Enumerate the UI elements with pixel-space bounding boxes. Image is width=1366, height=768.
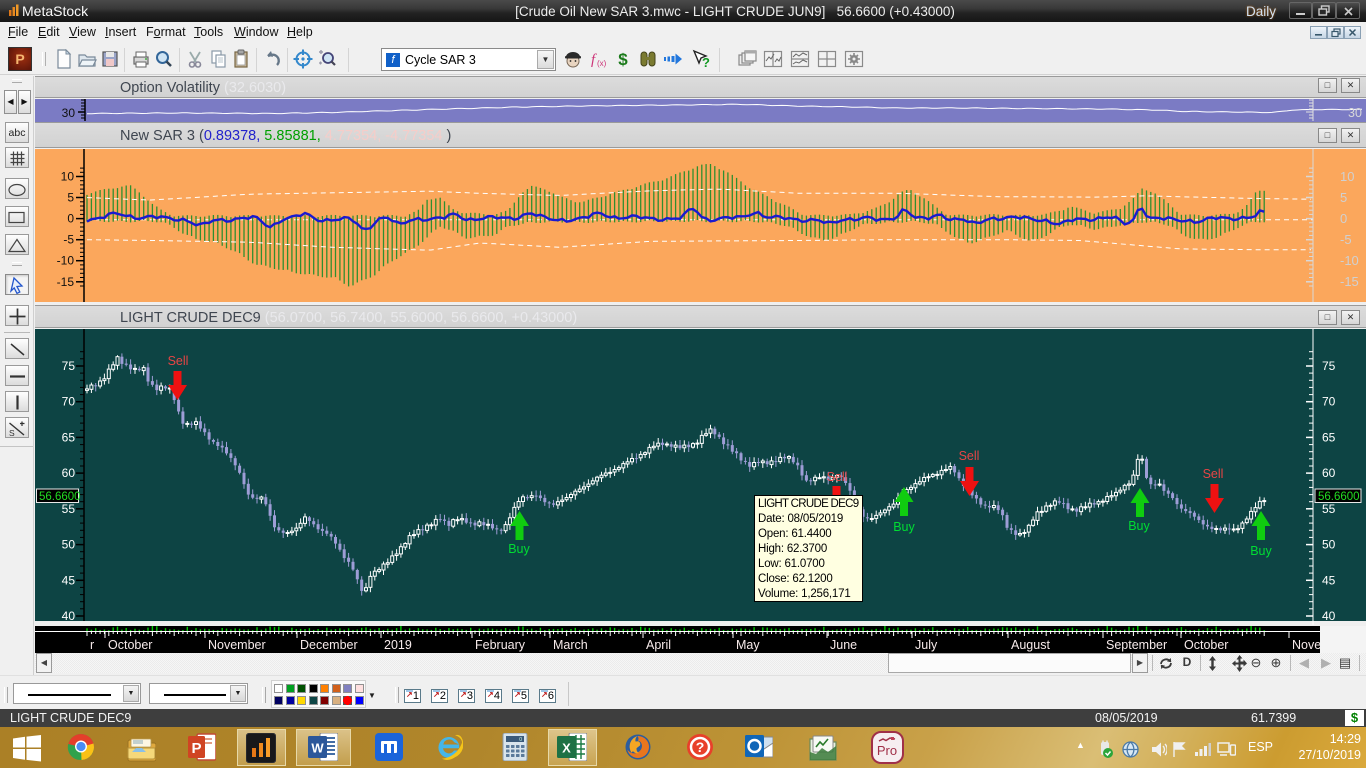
svg-text:45: 45: [62, 573, 76, 587]
svg-text:65: 65: [1322, 430, 1336, 444]
svg-text:April: April: [646, 638, 671, 652]
svg-text:75: 75: [62, 359, 76, 373]
svg-text:August: August: [1011, 638, 1050, 652]
svg-text:2019: 2019: [384, 638, 412, 652]
svg-text:0: 0: [1340, 211, 1347, 226]
svg-text:-15: -15: [57, 275, 75, 289]
svg-text:-5: -5: [1340, 232, 1352, 247]
svg-text:0: 0: [519, 737, 522, 743]
svg-text:30: 30: [1348, 106, 1362, 120]
svg-text:November: November: [208, 638, 266, 652]
svg-text:September: September: [1106, 638, 1167, 652]
svg-text:r: r: [90, 638, 94, 652]
svg-text:45: 45: [1322, 573, 1336, 587]
svg-text:October: October: [1184, 638, 1228, 652]
svg-text:June: June: [830, 638, 857, 652]
svg-text:55: 55: [1322, 502, 1336, 516]
svg-text:-5: -5: [63, 233, 74, 247]
svg-text:65: 65: [62, 430, 76, 444]
svg-text:P: P: [191, 740, 201, 757]
svg-text:$: $: [618, 50, 628, 69]
svg-text:Buy: Buy: [893, 520, 915, 534]
svg-text:5: 5: [1340, 190, 1347, 205]
svg-text:75: 75: [1322, 359, 1336, 373]
svg-text:-10: -10: [57, 254, 75, 268]
svg-text:0: 0: [67, 212, 74, 226]
svg-text:70: 70: [62, 395, 76, 409]
svg-text:May: May: [736, 638, 760, 652]
svg-text:October: October: [108, 638, 152, 652]
svg-text:Nove: Nove: [1292, 638, 1321, 652]
svg-text:60: 60: [62, 466, 76, 480]
svg-text:Sell: Sell: [168, 354, 189, 368]
svg-text:December: December: [300, 638, 358, 652]
svg-text:55: 55: [62, 502, 76, 516]
svg-text:X: X: [562, 741, 571, 756]
svg-text:30: 30: [62, 106, 76, 120]
svg-text:(x): (x): [597, 59, 607, 68]
svg-text:?: ?: [696, 739, 705, 755]
svg-text:Buy: Buy: [508, 542, 530, 556]
svg-text:Buy: Buy: [1128, 519, 1150, 533]
svg-text:S: S: [9, 428, 15, 438]
svg-text:10: 10: [61, 170, 75, 184]
svg-text:February: February: [475, 638, 526, 652]
svg-text:W: W: [311, 741, 324, 756]
svg-text:50: 50: [62, 538, 76, 552]
svg-text:Sell: Sell: [1203, 467, 1224, 481]
svg-text:40: 40: [1322, 609, 1336, 623]
svg-text:Pro: Pro: [877, 743, 897, 758]
svg-text:Sell: Sell: [827, 470, 848, 484]
svg-text:?: ?: [702, 55, 710, 69]
svg-text:56.6600: 56.6600: [39, 491, 81, 503]
svg-text:56.6600: 56.6600: [1318, 491, 1360, 503]
svg-text:60: 60: [1322, 466, 1336, 480]
svg-text:Sell: Sell: [959, 449, 980, 463]
svg-text:Buy: Buy: [1250, 544, 1272, 558]
svg-text:-10: -10: [1340, 253, 1359, 268]
svg-text:5: 5: [67, 191, 74, 205]
svg-text:July: July: [915, 638, 938, 652]
svg-text:10: 10: [1340, 169, 1354, 184]
svg-text:70: 70: [1322, 395, 1336, 409]
svg-text:-15: -15: [1340, 274, 1359, 289]
svg-text:March: March: [553, 638, 588, 652]
svg-text:50: 50: [1322, 538, 1336, 552]
svg-text:40: 40: [62, 609, 76, 623]
